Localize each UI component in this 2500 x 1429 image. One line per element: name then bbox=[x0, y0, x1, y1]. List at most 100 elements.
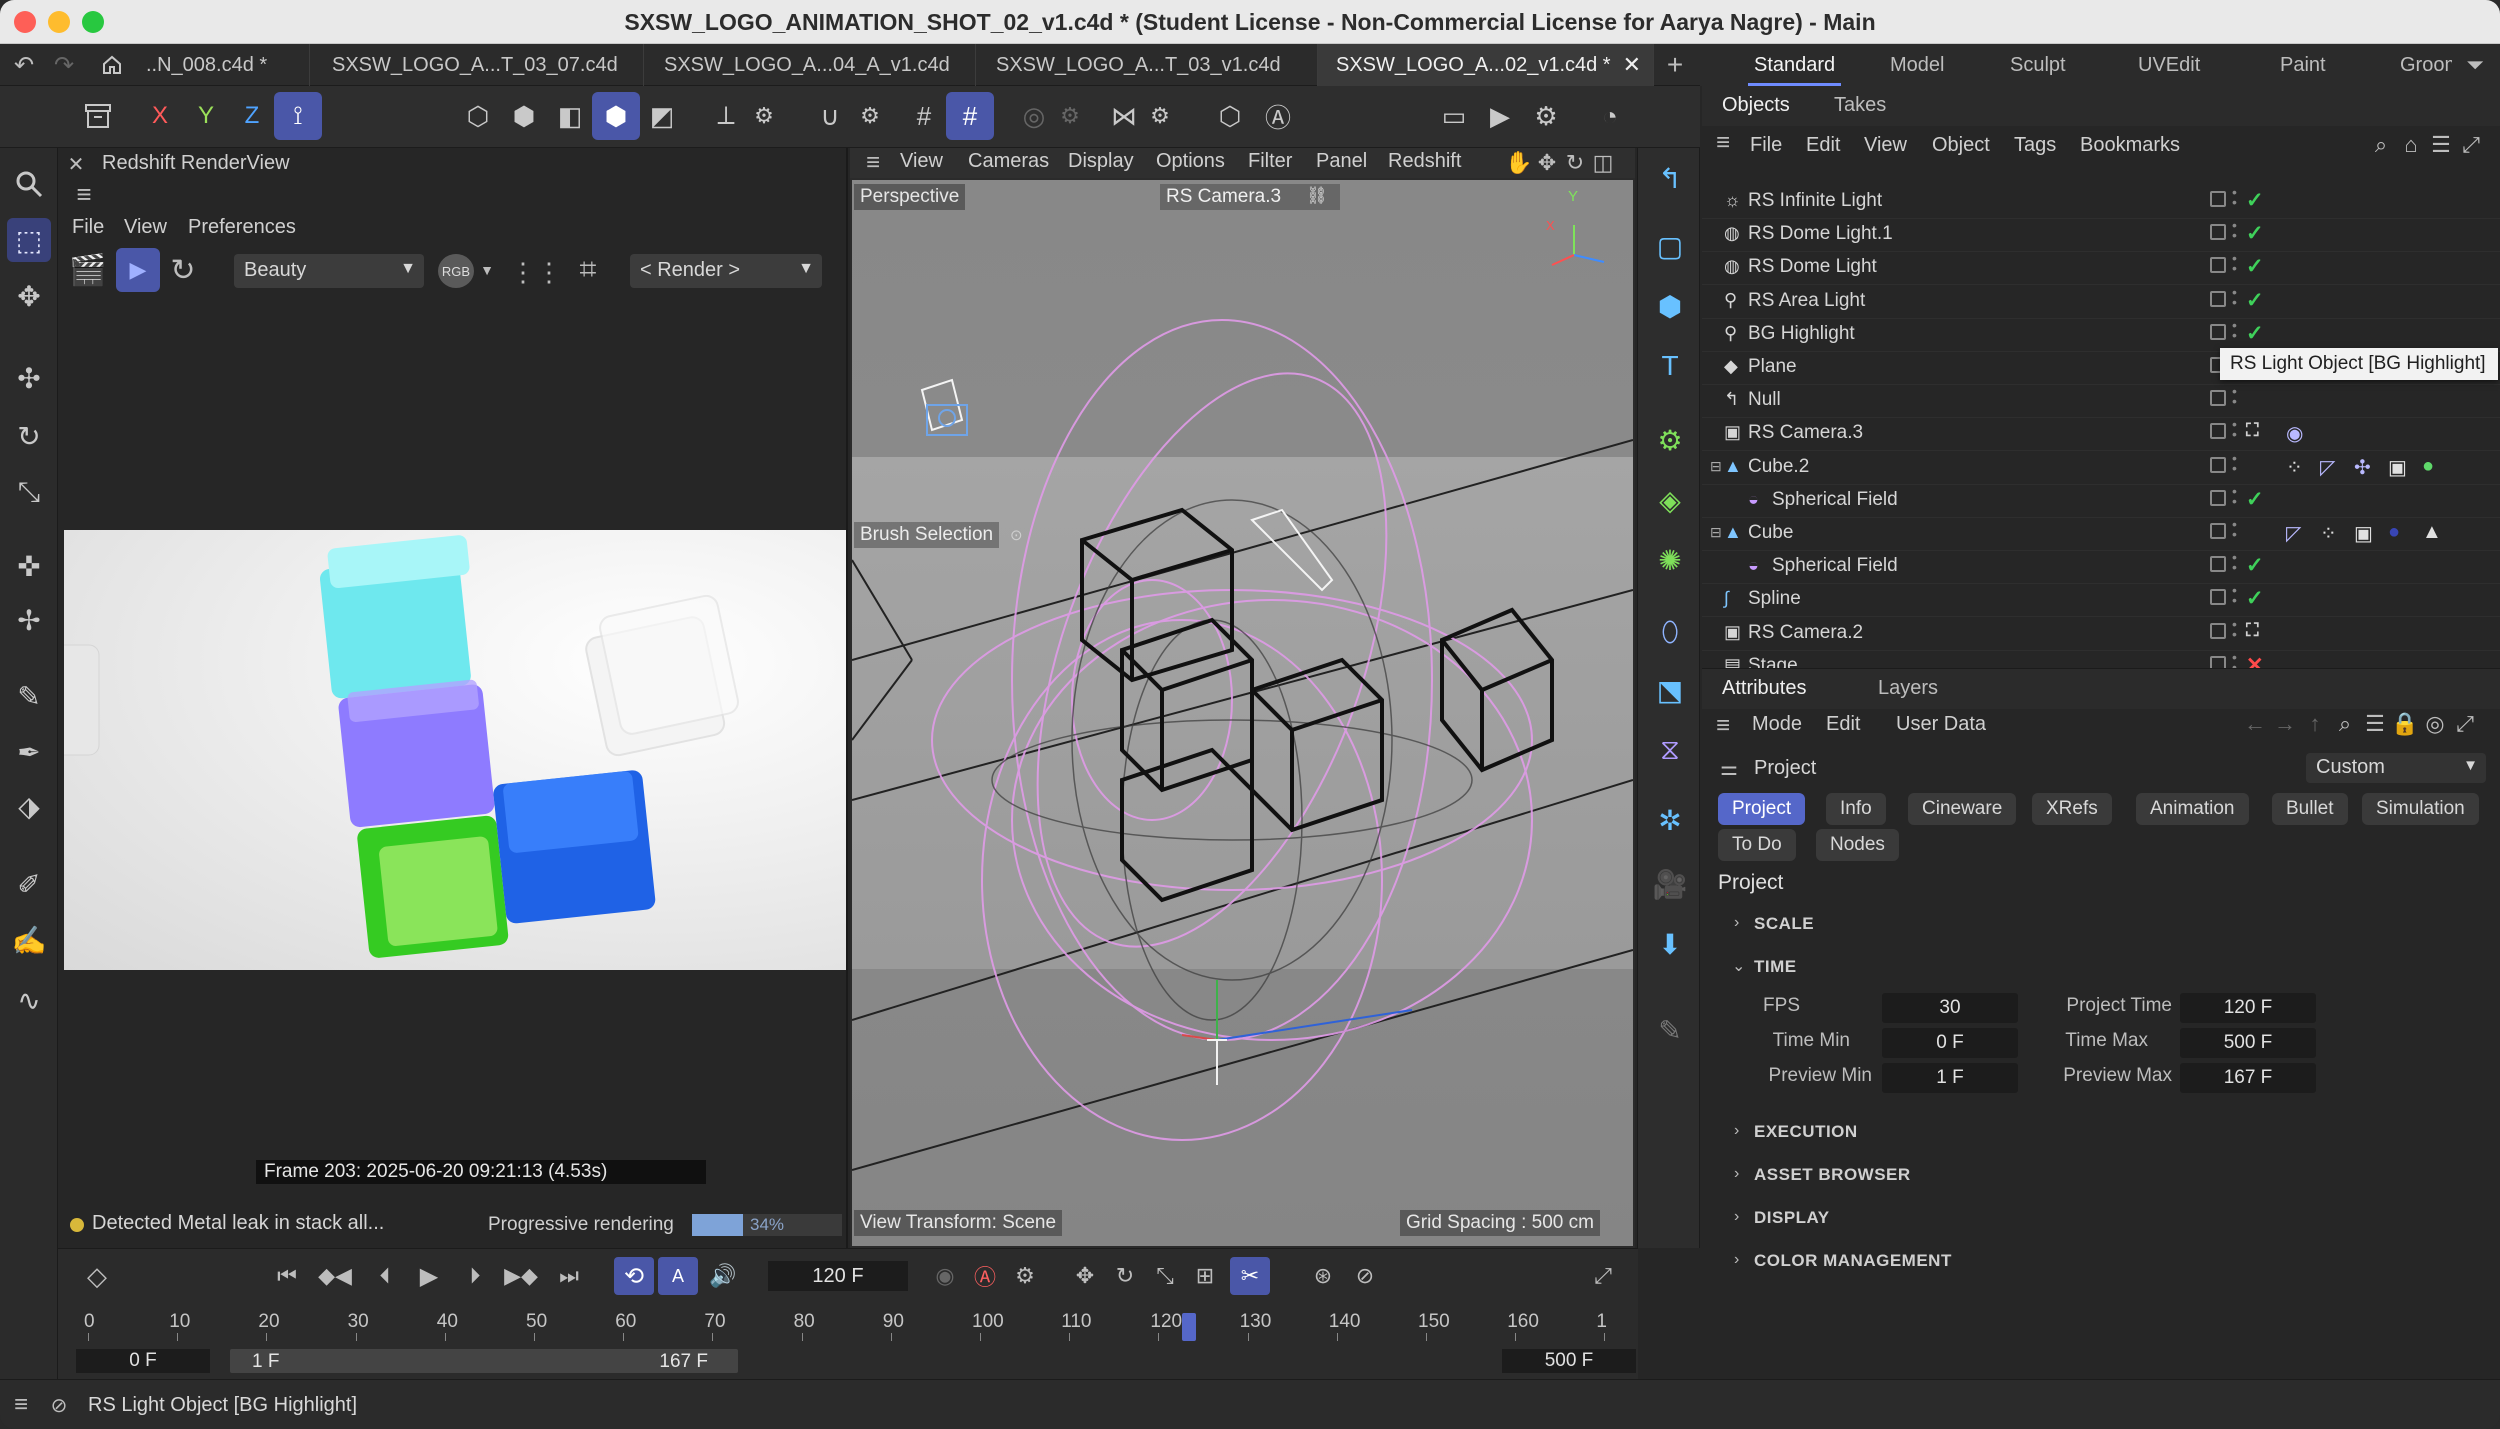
search-icon[interactable]: ⌕ bbox=[2368, 132, 2394, 158]
doc-tab-3[interactable]: SXSW_LOGO_A...04_A_v1.c4d bbox=[646, 44, 976, 86]
hamburger-menu-icon[interactable]: ≡ bbox=[70, 179, 98, 209]
doc-tab-5[interactable]: SXSW_LOGO_A...02_v1.c4d * ✕ bbox=[1318, 44, 1654, 86]
object-tag-icon[interactable]: ▣ bbox=[2388, 455, 2407, 480]
object-row[interactable]: ⚲ BG Highlight • • ✓ bbox=[1702, 318, 2500, 352]
render-region-icon[interactable]: ▭ bbox=[1430, 92, 1478, 140]
section-execution[interactable]: EXECUTION bbox=[1754, 1122, 1858, 1142]
edges-mode-icon[interactable]: ⬢ bbox=[500, 92, 548, 140]
attributes-hamburger-icon[interactable]: ≡ bbox=[1710, 712, 1736, 739]
filter-icon[interactable]: ☰ bbox=[2428, 132, 2454, 158]
keyframe-diamond-icon[interactable]: ◇ bbox=[80, 1259, 114, 1293]
object-row[interactable]: ↰ Null • • bbox=[1702, 384, 2500, 419]
search-icon[interactable] bbox=[7, 162, 51, 206]
tab-attributes[interactable]: Attributes bbox=[1722, 677, 1806, 700]
rv-menu-file[interactable]: File bbox=[72, 216, 104, 239]
placement-tool-icon[interactable]: ✢ bbox=[7, 598, 51, 642]
preview-max-field[interactable]: 167 F bbox=[2180, 1063, 2316, 1093]
target-icon[interactable]: ◎ bbox=[2422, 711, 2448, 737]
orbit-icon[interactable]: ↻ bbox=[1562, 150, 1588, 176]
go-to-end-icon[interactable]: ⏭ bbox=[554, 1261, 584, 1291]
rotate-tool-icon[interactable]: ↻ bbox=[7, 414, 51, 458]
key-position-icon[interactable]: ✥ bbox=[1068, 1259, 1102, 1293]
object-tag-icon[interactable]: ◉ bbox=[2286, 421, 2303, 446]
visibility-dots-icon[interactable]: • • bbox=[2232, 285, 2237, 309]
layout-tab-uvedit[interactable]: UVEdit bbox=[2138, 44, 2200, 86]
obj-menu-tags[interactable]: Tags bbox=[2014, 134, 2056, 157]
auto-keying-icon[interactable]: A bbox=[658, 1257, 698, 1295]
key-scale-icon[interactable]: ⤡ bbox=[1148, 1259, 1182, 1293]
viewport-menu-panel[interactable]: Panel bbox=[1316, 150, 1367, 173]
camera-tag-icon[interactable]: ⛶ bbox=[2246, 620, 2259, 641]
back-arrow-icon[interactable]: ← bbox=[2242, 711, 2268, 737]
viewport-menu-options[interactable]: Options bbox=[1156, 150, 1225, 173]
play-button[interactable]: ▶ bbox=[414, 1261, 444, 1291]
key-settings-gear-icon[interactable]: ⚙ bbox=[1008, 1259, 1042, 1293]
doc-tab-2[interactable]: SXSW_LOGO_A...T_03_07.c4d bbox=[314, 44, 644, 86]
chevron-right-icon[interactable]: › bbox=[1734, 1122, 1739, 1140]
forward-arrow-icon[interactable]: → bbox=[2272, 711, 2298, 737]
environment-icon[interactable]: ✲ bbox=[1648, 798, 1692, 842]
model-mode-icon[interactable]: ⬢ bbox=[592, 92, 640, 140]
layer-edit-icon[interactable] bbox=[2210, 489, 2226, 506]
transform-tool-icon[interactable]: ✜ bbox=[7, 544, 51, 588]
render-camera-select[interactable]: < Render > ▼ bbox=[630, 254, 822, 288]
expand-collapse-icon[interactable]: ⊟ bbox=[1710, 458, 1722, 475]
project-time-field[interactable]: 120 F bbox=[2180, 993, 2316, 1023]
camera-tag-icon[interactable]: ⛶ bbox=[2246, 420, 2259, 441]
attr-menu-mode[interactable]: Mode bbox=[1752, 713, 1802, 736]
layer-edit-icon[interactable] bbox=[2210, 224, 2226, 241]
x-axis-lock-button[interactable]: X bbox=[136, 92, 184, 140]
object-tag-icon[interactable]: ⁘ bbox=[2320, 521, 2337, 546]
pill-simulation[interactable]: Simulation bbox=[2362, 793, 2479, 825]
maximize-view-icon[interactable]: ◫ bbox=[1590, 150, 1616, 176]
expand-timeline-icon[interactable]: ⤢ bbox=[1586, 1259, 1620, 1293]
current-frame-field[interactable]: 120 F bbox=[768, 1261, 908, 1291]
obj-menu-file[interactable]: File bbox=[1750, 134, 1782, 157]
points-mode-icon[interactable]: ⬡ bbox=[454, 92, 502, 140]
deformer-icon[interactable]: ⬯ bbox=[1648, 610, 1692, 654]
close-panel-icon[interactable]: ✕ bbox=[64, 152, 88, 176]
redshift-icon[interactable]: ◔ bbox=[1586, 92, 1634, 140]
object-row[interactable]: ◒ Spherical Field • • ✓ bbox=[1702, 484, 2500, 518]
enabled-check-icon[interactable]: ✓ bbox=[2246, 321, 2264, 346]
key-rotation-icon[interactable]: ↻ bbox=[1108, 1259, 1142, 1293]
object-row[interactable]: ◒ Spherical Field • • ✓ bbox=[1702, 550, 2500, 585]
sound-icon[interactable]: 🔊 bbox=[706, 1259, 740, 1293]
attr-menu-edit[interactable]: Edit bbox=[1826, 713, 1860, 736]
preset-select[interactable]: Custom ▼ bbox=[2306, 753, 2486, 783]
spline-smooth-icon[interactable]: ∿ bbox=[7, 978, 51, 1022]
layer-edit-icon[interactable] bbox=[2210, 257, 2226, 274]
layer-edit-icon[interactable] bbox=[2210, 323, 2226, 340]
filter-icon[interactable]: ☰ bbox=[2362, 711, 2388, 737]
tab-objects[interactable]: Objects bbox=[1722, 94, 1790, 117]
time-max-field[interactable]: 500 F bbox=[2180, 1028, 2316, 1058]
enabled-check-icon[interactable]: ✓ bbox=[2246, 553, 2264, 578]
timeline-settings-icon[interactable]: ⊘ bbox=[1348, 1259, 1382, 1293]
object-tag-icon[interactable]: ◸ bbox=[2286, 521, 2301, 546]
undo-icon[interactable]: ↶ bbox=[8, 50, 40, 80]
field-icon[interactable]: ⬔ bbox=[1648, 668, 1692, 712]
home-icon[interactable]: ⌂ bbox=[2398, 132, 2424, 158]
object-row[interactable]: ▣ RS Camera.2 • • ⛶ bbox=[1702, 617, 2500, 651]
enabled-check-icon[interactable]: ✓ bbox=[2246, 586, 2264, 611]
layer-edit-icon[interactable] bbox=[2210, 390, 2226, 407]
section-display[interactable]: DISPLAY bbox=[1754, 1208, 1830, 1228]
null-icon[interactable]: ↰ bbox=[1648, 156, 1692, 200]
previous-frame-icon[interactable]: ⏴ bbox=[370, 1261, 400, 1291]
z-axis-lock-button[interactable]: Z bbox=[228, 92, 276, 140]
time-min-field[interactable]: 0 F bbox=[1882, 1028, 2018, 1058]
pill-nodes[interactable]: Nodes bbox=[1816, 829, 1899, 861]
coordinate-system-icon[interactable]: ⟟ bbox=[274, 92, 322, 140]
autokey-record-icon[interactable]: Ⓐ bbox=[968, 1259, 1002, 1293]
obj-menu-view[interactable]: View bbox=[1864, 134, 1907, 157]
chevron-right-icon[interactable]: › bbox=[1734, 1165, 1739, 1183]
objects-hamburger-icon[interactable]: ≡ bbox=[1710, 129, 1736, 156]
layer-edit-icon[interactable] bbox=[2210, 191, 2226, 207]
new-window-icon[interactable]: ⤢ bbox=[2452, 711, 2478, 737]
workplane-grid-icon[interactable]: # bbox=[946, 92, 994, 140]
enabled-check-icon[interactable]: ✓ bbox=[2246, 188, 2264, 213]
axis-settings-gear-icon[interactable]: ⚙ bbox=[740, 92, 788, 140]
effector-icon[interactable]: ✺ bbox=[1648, 538, 1692, 582]
visibility-dots-icon[interactable]: • • bbox=[2232, 484, 2237, 508]
crop-icon[interactable]: ⌗ bbox=[568, 250, 608, 290]
